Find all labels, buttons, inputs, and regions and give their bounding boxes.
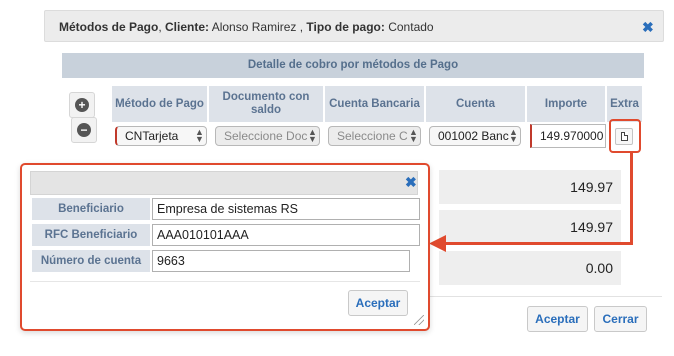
remove-row-button[interactable]: −	[71, 117, 97, 143]
rfc-beneficiario-label: RFC Beneficiario	[32, 224, 150, 246]
select-arrows-icon: ▲ ▼	[509, 127, 518, 144]
cliente-label: Cliente:	[165, 20, 210, 34]
numero-cuenta-label: Número de cuenta	[32, 250, 150, 272]
tipo-pago-value: Contado	[388, 20, 434, 34]
tipo-pago-label: Tipo de pago:	[306, 20, 385, 34]
beneficiary-popup: ✖ Beneficiario Empresa de sistemas RS RF…	[20, 163, 430, 331]
importe-input[interactable]: 149.970000	[530, 124, 606, 148]
cuenta-select[interactable]: 001002 Banc ▲ ▼	[429, 126, 521, 146]
documento-select[interactable]: Seleccione Doc ▲ ▼	[215, 126, 320, 146]
beneficiario-input[interactable]: Empresa de sistemas RS	[152, 198, 420, 220]
cliente-value: Alonso Ramirez	[211, 20, 297, 34]
close-button[interactable]: Cerrar	[594, 306, 647, 332]
highlight-extra-button	[609, 119, 641, 153]
rfc-beneficiario-input[interactable]: AAA010101AAA	[152, 224, 420, 246]
cuenta-bancaria-select-value: Seleccione C	[337, 129, 408, 143]
header-cuenta: Cuenta	[426, 86, 525, 122]
plus-icon: +	[75, 98, 89, 112]
arrow-head-icon	[429, 235, 446, 252]
close-icon[interactable]: ✖	[642, 20, 654, 34]
metodo-select-value: CNTarjeta	[125, 129, 179, 143]
dialog-title: Métodos de Pago	[59, 20, 159, 34]
numero-cuenta-input[interactable]: 9663	[152, 250, 410, 272]
callout-arrow-horizontal	[443, 242, 633, 245]
header-metodo: Método de Pago	[112, 86, 207, 122]
resize-grip-icon[interactable]	[414, 315, 424, 325]
paid-amount: 149.97	[439, 210, 621, 244]
popup-divider	[30, 281, 420, 282]
header-importe: Importe	[527, 86, 605, 122]
section-title: Detalle de cobro por métodos de Pago	[62, 53, 644, 78]
documento-select-value: Seleccione Doc	[224, 129, 308, 143]
popup-close-icon[interactable]: ✖	[405, 175, 417, 189]
cuenta-select-value: 001002 Banc	[438, 129, 509, 143]
remaining-amount: 0.00	[439, 251, 621, 285]
select-arrows-icon: ▲ ▼	[409, 127, 418, 144]
metodo-select[interactable]: CNTarjeta ▲ ▼	[115, 126, 207, 146]
total-amount: 149.97	[439, 170, 621, 204]
select-arrows-icon: ▲ ▼	[308, 127, 317, 144]
popup-accept-button[interactable]: Aceptar	[348, 290, 408, 316]
cuenta-bancaria-select[interactable]: Seleccione C ▲ ▼	[328, 126, 421, 146]
footer-divider	[429, 296, 662, 297]
beneficiario-label: Beneficiario	[32, 198, 150, 220]
add-row-button[interactable]: +	[69, 92, 95, 118]
dialog-title-bar: Métodos de Pago, Cliente: Alonso Ramirez…	[44, 10, 664, 42]
accept-button[interactable]: Aceptar	[527, 306, 588, 332]
select-arrows-icon: ▲ ▼	[195, 127, 204, 144]
minus-icon: −	[77, 123, 91, 137]
callout-arrow-vertical	[630, 151, 633, 245]
header-cuenta-bancaria: Cuenta Bancaria	[325, 86, 424, 122]
header-extra: Extra	[607, 86, 642, 122]
popup-title-bar	[30, 171, 418, 195]
header-documento: Documento con saldo	[209, 86, 323, 122]
